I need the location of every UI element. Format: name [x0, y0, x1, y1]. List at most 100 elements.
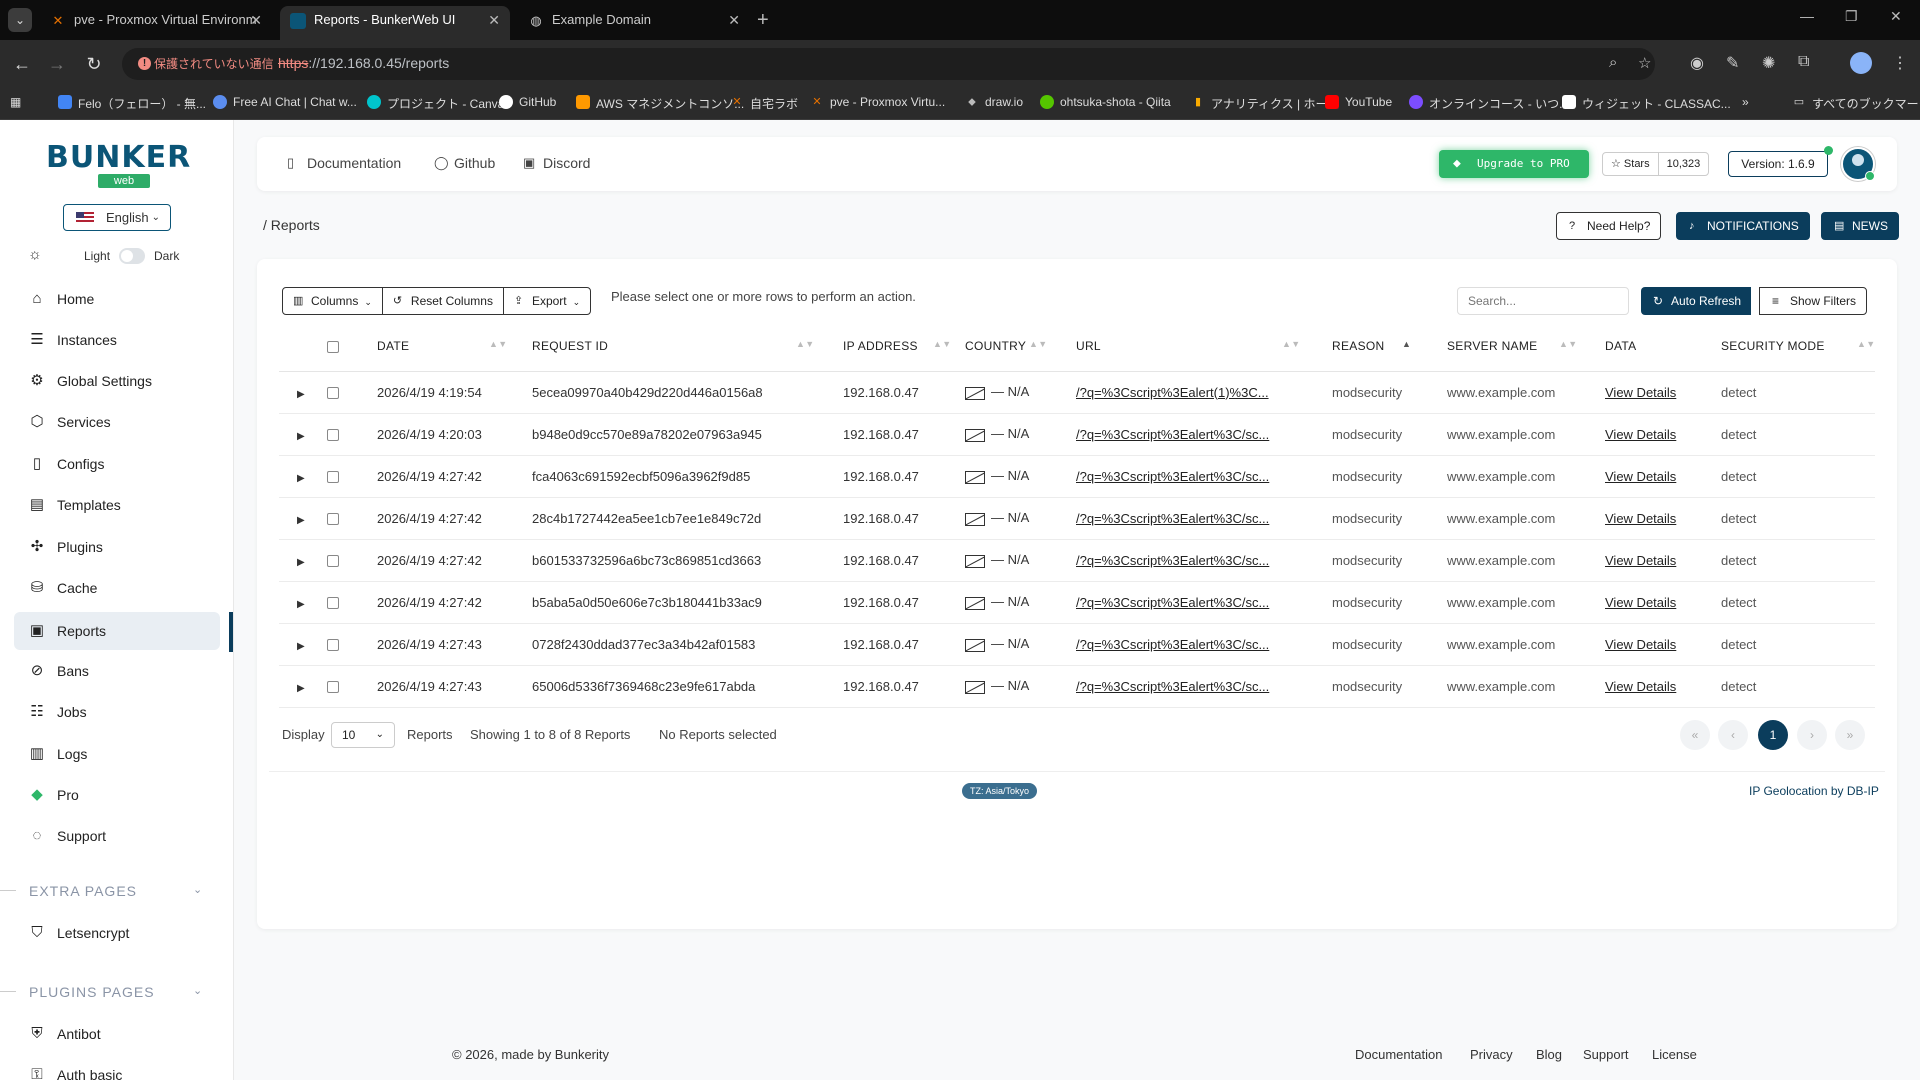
sidebar-item-jobs[interactable]: ☷ Jobs — [14, 693, 220, 731]
bookmark-item[interactable]: ▮ アナリティクス | ホーム — [1191, 95, 1339, 112]
table-row[interactable]: ▶ 2026/4/19 4:27:43 0728f2430ddad377ec3a… — [279, 623, 1875, 666]
view-details-link[interactable]: View Details — [1605, 553, 1676, 568]
view-details-link[interactable]: View Details — [1605, 469, 1676, 484]
table-row[interactable]: ▶ 2026/4/19 4:27:43 65006d5336f7369468c2… — [279, 665, 1875, 708]
documentation-link[interactable]: ▯ Documentation — [287, 155, 401, 171]
view-details-link[interactable]: View Details — [1605, 511, 1676, 526]
header-server-name[interactable]: SERVER NAME ▲▼ — [1447, 321, 1605, 372]
menu-icon[interactable]: ⋮ — [1892, 53, 1908, 73]
page-button[interactable]: 1 — [1758, 720, 1788, 750]
view-details-link[interactable]: View Details — [1605, 679, 1676, 694]
row-checkbox[interactable] — [327, 429, 339, 442]
url-link[interactable]: /?q=%3Cscript%3Ealert%3C/sc... — [1076, 427, 1269, 442]
url-link[interactable]: /?q=%3Cscript%3Ealert%3C/sc... — [1076, 595, 1269, 610]
header-url[interactable]: URL ▲▼ — [1076, 321, 1332, 372]
view-details-link[interactable]: View Details — [1605, 385, 1676, 400]
row-checkbox[interactable] — [327, 471, 339, 484]
view-details-link[interactable]: View Details — [1605, 637, 1676, 652]
footer-link-documentation[interactable]: Documentation — [1355, 1047, 1442, 1062]
github-link[interactable]: ◯ Github — [434, 155, 495, 171]
url-link[interactable]: /?q=%3Cscript%3Ealert%3C/sc... — [1076, 511, 1269, 526]
sidebar-item-letsencrypt[interactable]: ⛉ Letsencrypt — [14, 914, 220, 952]
security-chip[interactable]: 保護されていない通信 — [132, 54, 284, 74]
table-row[interactable]: ▶ 2026/4/19 4:27:42 b5aba5a0d50e606e7c3b… — [279, 581, 1875, 624]
row-checkbox[interactable] — [327, 555, 339, 568]
table-row[interactable]: ▶ 2026/4/19 4:27:42 b601533732596a6bc73c… — [279, 539, 1875, 582]
bookmark-item[interactable]: AWS マネジメントコンソ... — [576, 95, 744, 112]
camera-icon[interactable]: ◉ — [1690, 53, 1704, 73]
close-tab-icon[interactable]: ✕ — [250, 6, 262, 34]
table-row[interactable]: ▶ 2026/4/19 4:27:42 28c4b1727442ea5ee1cb… — [279, 497, 1875, 540]
sidebar-item-home[interactable]: ⌂ Home — [14, 280, 220, 318]
need-help-button[interactable]: ? Need Help? — [1556, 212, 1662, 240]
theme-switch[interactable] — [119, 248, 145, 264]
table-row[interactable]: ▶ 2026/4/19 4:27:42 fca4063c691592ecbf50… — [279, 455, 1875, 498]
bookmark-item[interactable]: ✕ 自宅ラボ — [730, 95, 798, 112]
row-checkbox[interactable] — [327, 681, 339, 694]
upgrade-pro-button[interactable]: ◆ Upgrade to PRO — [1439, 150, 1589, 178]
next-page-button[interactable]: › — [1797, 720, 1827, 750]
tab-search-button[interactable]: ⌄ — [8, 8, 32, 32]
columns-button[interactable]: ▥ Columns ⌄ — [283, 288, 383, 314]
sidebar-item-instances[interactable]: ☰ Instances — [14, 321, 220, 359]
restore-icon[interactable]: ❐ — [1845, 8, 1858, 25]
apps-icon[interactable]: ▦ — [10, 95, 21, 109]
address-bar[interactable]: 保護されていない通信 https://192.168.0.45/reports … — [122, 48, 1655, 80]
bunkerweb-logo[interactable]: BUNKER web — [46, 140, 190, 188]
footer-link-support[interactable]: Support — [1583, 1047, 1629, 1062]
discord-link[interactable]: ▣ Discord — [523, 155, 590, 171]
url-link[interactable]: /?q=%3Cscript%3Ealert%3C/sc... — [1076, 469, 1269, 484]
bookmark-item[interactable]: Felo（フェロー） - 無... — [58, 95, 206, 112]
sidebar-item-configs[interactable]: ▯ Configs — [14, 445, 220, 483]
news-button[interactable]: ▤ NEWS — [1821, 212, 1899, 240]
reset-columns-button[interactable]: ↺ Reset Columns — [383, 288, 504, 314]
last-page-button[interactable]: » — [1835, 720, 1865, 750]
tab-bunkerweb[interactable]: Reports - BunkerWeb UI ✕ — [280, 6, 510, 40]
sidebar-item-services[interactable]: ⬡ Services — [14, 403, 220, 441]
bookmark-star-icon[interactable]: ☆ — [1638, 54, 1651, 72]
expand-row-icon[interactable]: ▶ — [297, 599, 305, 610]
header-security-mode[interactable]: SECURITY MODE ▲▼ — [1721, 321, 1875, 372]
table-row[interactable]: ▶ 2026/4/19 4:20:03 b948e0d9cc570e89a782… — [279, 413, 1875, 456]
tab-proxmox[interactable]: ✕ pve - Proxmox Virtual Environm ✕ — [40, 6, 272, 40]
search-input[interactable] — [1457, 287, 1629, 315]
url-link[interactable]: /?q=%3Cscript%3Ealert%3C/sc... — [1076, 553, 1269, 568]
url-link[interactable]: /?q=%3Cscript%3Ealert%3C/sc... — [1076, 679, 1269, 694]
profile-avatar[interactable] — [1850, 52, 1872, 74]
sidebar-item-logs[interactable]: ▥ Logs — [14, 735, 220, 773]
bookmark-item[interactable]: ウィジェット - CLASSAC... — [1562, 95, 1731, 112]
page-size-select[interactable]: 10 ⌄ — [331, 722, 395, 748]
close-window-icon[interactable]: ✕ — [1890, 8, 1902, 25]
github-stars-button[interactable]: ☆ Stars 10,323 — [1602, 152, 1710, 176]
notifications-button[interactable]: ♪ NOTIFICATIONS — [1676, 212, 1810, 240]
close-tab-icon[interactable]: ✕ — [728, 6, 740, 34]
expand-row-icon[interactable]: ▶ — [297, 515, 305, 526]
sidebar-item-bans[interactable]: ⊘ Bans — [14, 652, 220, 690]
expand-row-icon[interactable]: ▶ — [297, 389, 305, 400]
bookmark-item[interactable]: YouTube — [1325, 95, 1392, 109]
sidebar-item-reports[interactable]: ▣ Reports — [14, 612, 220, 650]
expand-row-icon[interactable]: ▶ — [297, 683, 305, 694]
sidebar-item-auth-basic[interactable]: ⚿ Auth basic — [14, 1056, 220, 1080]
export-button[interactable]: ⇪ Export ⌄ — [504, 288, 590, 314]
version-badge[interactable]: Version: 1.6.9 — [1728, 151, 1828, 177]
row-checkbox[interactable] — [327, 387, 339, 400]
show-filters-button[interactable]: ≡ Show Filters — [1759, 287, 1868, 315]
extensions-icon[interactable]: ⧉ — [1798, 53, 1809, 71]
user-avatar[interactable] — [1841, 147, 1875, 181]
header-reason[interactable]: REASON ▲ — [1332, 321, 1447, 372]
table-row[interactable]: ▶ 2026/4/19 4:19:54 5ecea09970a40b429d22… — [279, 371, 1875, 414]
expand-row-icon[interactable]: ▶ — [297, 641, 305, 652]
minimize-icon[interactable]: — — [1800, 8, 1814, 24]
language-select[interactable]: English ⌄ — [63, 204, 171, 231]
first-page-button[interactable]: « — [1680, 720, 1710, 750]
row-checkbox[interactable] — [327, 513, 339, 526]
expand-row-icon[interactable]: ▶ — [297, 473, 305, 484]
header-request-id[interactable]: REQUEST ID ▲▼ — [532, 321, 843, 372]
row-checkbox[interactable] — [327, 639, 339, 652]
bookmark-item[interactable]: プロジェクト - Canva — [367, 95, 504, 112]
geolocation-link[interactable]: IP Geolocation by DB-IP — [1749, 784, 1879, 798]
header-ip-address[interactable]: IP ADDRESS ▲▼ — [843, 321, 965, 372]
new-tab-button[interactable]: + — [757, 6, 769, 34]
view-details-link[interactable]: View Details — [1605, 427, 1676, 442]
